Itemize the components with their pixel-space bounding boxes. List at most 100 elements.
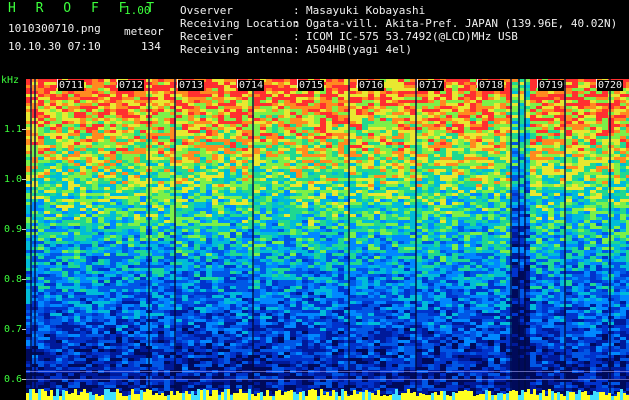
- spectrogram-cell: [212, 202, 218, 205]
- spectrogram-cell: [458, 142, 464, 145]
- spectrogram-cell: [620, 220, 626, 223]
- spectrogram-cell: [56, 178, 62, 181]
- spectrogram-cell: [482, 199, 488, 202]
- spectrogram-cell: [278, 115, 284, 118]
- spectrogram-cell: [230, 193, 236, 196]
- spectrogram-cell: [236, 187, 242, 190]
- spectrogram-cell: [572, 217, 578, 220]
- spectrogram-cell: [164, 130, 170, 133]
- spectrogram-cell: [494, 118, 500, 121]
- spectrogram-cell: [362, 196, 368, 199]
- spectrogram-cell: [452, 199, 458, 202]
- spectrogram-cell: [242, 103, 248, 106]
- spectrogram-cell: [98, 214, 104, 217]
- spectrogram-cell: [362, 127, 368, 130]
- spectrogram-cell: [152, 91, 158, 94]
- spectrogram-cell: [428, 151, 434, 154]
- spectrogram-cell: [386, 169, 392, 172]
- spectrogram-cell: [356, 217, 362, 220]
- spectrogram-cell: [50, 205, 56, 208]
- spectrogram-cell: [554, 124, 560, 127]
- spectrogram-cell: [368, 205, 374, 208]
- spectrogram-cell: [500, 112, 506, 115]
- spectrogram-cell: [158, 121, 164, 124]
- spectrogram-cell: [230, 124, 236, 127]
- spectrogram-cell: [620, 205, 626, 208]
- spectrogram-cell: [584, 88, 590, 91]
- spectrogram-cell: [464, 100, 470, 103]
- spectrogram-cell: [80, 208, 86, 211]
- spectrogram-cell: [284, 199, 290, 202]
- spectrogram-cell: [284, 178, 290, 181]
- spectrogram-cell: [104, 208, 110, 211]
- spectrogram-cell: [314, 139, 320, 142]
- spectrogram-cell: [398, 85, 404, 88]
- spectrogram-cell: [452, 193, 458, 196]
- spectrogram-cell: [530, 187, 536, 190]
- spectrogram-cell: [92, 142, 98, 145]
- spectrogram-cell: [464, 94, 470, 97]
- spectrogram-cell: [188, 157, 194, 160]
- spectrogram-cell: [128, 196, 134, 199]
- spectrogram-cell: [620, 127, 626, 130]
- spectrogram-cell: [122, 115, 128, 118]
- spectrogram-cell: [386, 172, 392, 175]
- spectrogram-cell: [422, 127, 428, 130]
- spectrogram-cell: [332, 103, 338, 106]
- spectrogram-cell: [164, 151, 170, 154]
- spectrogram-cell: [398, 106, 404, 109]
- spectrogram-cell: [152, 130, 158, 133]
- spectrogram-cell: [368, 124, 374, 127]
- spectrogram-cell: [392, 220, 398, 223]
- spectrogram-cell: [296, 133, 302, 136]
- spectrogram-cell: [194, 169, 200, 172]
- spectrogram-cell: [56, 211, 62, 214]
- spectrogram-cell: [188, 148, 194, 151]
- spectrogram-cell: [428, 166, 434, 169]
- spectrogram-cell: [614, 178, 620, 181]
- spectrogram-cell: [404, 85, 410, 88]
- spectrogram-cell: [86, 133, 92, 136]
- spectrogram-cell: [458, 166, 464, 169]
- spectrogram-cell: [362, 124, 368, 127]
- spectrogram-cell: [80, 136, 86, 139]
- spectrogram-cell: [578, 205, 584, 208]
- spectrogram-cell: [476, 151, 482, 154]
- spectrogram-cell: [92, 94, 98, 97]
- spectrogram-cell: [338, 202, 344, 205]
- spectrogram-cell: [128, 190, 134, 193]
- spectrogram-cell: [230, 103, 236, 106]
- spectrogram-cell: [122, 214, 128, 217]
- spectrogram-cell: [158, 175, 164, 178]
- spectrogram-cell: [476, 181, 482, 184]
- spectrogram-cell: [350, 139, 356, 142]
- spectrogram-cell: [434, 103, 440, 106]
- spectrogram-cell: [374, 205, 380, 208]
- spectrogram-cell: [338, 79, 344, 82]
- spectrogram-cell: [62, 178, 68, 181]
- spectrogram-cell: [572, 172, 578, 175]
- spectrogram-cell: [86, 193, 92, 196]
- spectrogram-cell: [470, 172, 476, 175]
- spectrogram-cell: [62, 175, 68, 178]
- spectrogram-cell: [326, 109, 332, 112]
- spectrogram-cell: [488, 187, 494, 190]
- spectrogram-cell: [452, 142, 458, 145]
- spectrogram-cell: [374, 208, 380, 211]
- spectrogram-cell: [614, 130, 620, 133]
- spectrogram-cell: [446, 130, 452, 133]
- spectrogram-cell: [224, 163, 230, 166]
- spectrogram-cell: [332, 97, 338, 100]
- spectrogram-cell: [590, 175, 596, 178]
- spectrogram-cell: [542, 91, 548, 94]
- spectrogram-cell: [500, 166, 506, 169]
- spectrogram-cell: [254, 97, 260, 100]
- spectrogram-cell: [422, 160, 428, 163]
- spectrogram-cell: [176, 109, 182, 112]
- spectrogram-cell: [452, 94, 458, 97]
- spectrogram-cell: [326, 196, 332, 199]
- spectrogram-cell: [542, 127, 548, 130]
- spectrogram-cell: [212, 85, 218, 88]
- spectrogram-cell: [92, 133, 98, 136]
- spectrogram-cell: [374, 190, 380, 193]
